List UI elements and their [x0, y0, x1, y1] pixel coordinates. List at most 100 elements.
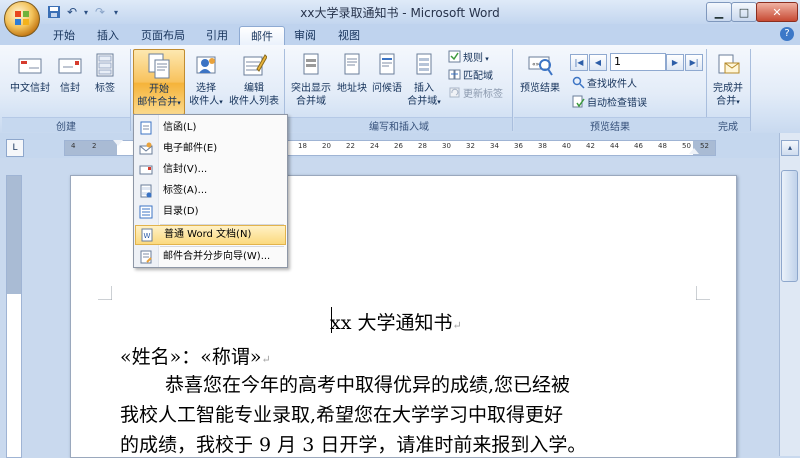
auto-check-errors-button[interactable]: 自动检查错误 — [572, 95, 647, 111]
tab-review[interactable]: 审阅 — [283, 26, 327, 46]
minimize-button[interactable]: ▁ — [706, 2, 732, 22]
ruler-number: 18 — [298, 142, 307, 150]
letter-icon — [140, 121, 152, 135]
menu-item-merge-wizard[interactable]: 邮件合并分步向导(W)... — [135, 247, 286, 267]
dropdown-arrow-icon: ▾ — [219, 98, 223, 106]
find-recipient-button[interactable]: 查找收件人 — [572, 76, 637, 92]
envelope-icon — [139, 165, 153, 175]
find-recipient-icon — [572, 76, 585, 89]
update-labels-button[interactable]: 更新标签 — [448, 86, 503, 102]
left-tab-icon: L — [12, 143, 18, 153]
address-block-icon — [344, 53, 360, 75]
insert-merge-field-button[interactable]: 插入 合并域▾ — [405, 49, 443, 115]
right-indent-marker[interactable] — [689, 148, 699, 154]
chinese-envelope-button[interactable]: 中文信封 — [8, 49, 52, 115]
maximize-button[interactable]: □ — [731, 2, 757, 22]
previous-record-button[interactable]: ◀ — [589, 54, 607, 71]
document-heading[interactable]: xx 大学通知书↵ — [330, 308, 462, 335]
menu-item-label: 邮件合并分步向导(W)... — [163, 251, 271, 262]
ruler-toggle-icon[interactable]: ▴ — [781, 140, 799, 156]
finish-group-label: 完成 — [706, 117, 750, 133]
email-icon — [139, 142, 153, 155]
ruler-number: 44 — [610, 142, 619, 150]
menu-item-envelopes[interactable]: 信封(V)... — [135, 160, 286, 180]
rules-button[interactable]: 规则 ▾ — [448, 50, 489, 66]
body-text-line[interactable]: 我校人工智能专业录取,希望您在大学学习中取得更好 — [120, 400, 563, 427]
body-text-line[interactable]: 恭喜您在今年的高考中取得优异的成绩,您已经被 — [120, 370, 570, 397]
heading-text: xx 大学通知书 — [330, 312, 453, 334]
tab-insert[interactable]: 插入 — [86, 26, 130, 46]
update-labels-icon — [449, 87, 460, 98]
highlight-line2: 合并域 — [296, 96, 326, 107]
office-button[interactable] — [4, 1, 40, 37]
start-mail-merge-menu: 信函(L) 电子邮件(E) 信封(V)... 标签(A)... 目录(D) W … — [133, 114, 288, 268]
address-block-button[interactable]: 地址块 — [335, 49, 369, 115]
last-record-button[interactable]: ▶| — [685, 54, 703, 71]
scrollbar-thumb[interactable] — [781, 170, 798, 282]
menu-item-label: 普通 Word 文档(N) — [164, 229, 252, 240]
ruler-number: 38 — [538, 142, 547, 150]
address-block-label: 地址块 — [337, 83, 367, 94]
maximize-icon: □ — [738, 5, 750, 19]
menu-item-directory[interactable]: 目录(D) — [135, 202, 286, 222]
menu-item-labels[interactable]: 标签(A)... — [135, 181, 286, 201]
menu-item-label: 信函(L) — [163, 122, 197, 133]
finish-merge-button[interactable]: 完成并 合并▾ — [708, 49, 748, 115]
body-text-line[interactable]: 的成绩，我校于 9 月 3 日开学，请准时前来报到入学。 — [120, 430, 586, 457]
close-button[interactable]: ✕ — [756, 2, 798, 22]
highlight-merge-fields-button[interactable]: 突出显示 合并域 — [288, 49, 334, 115]
greeting-line-button[interactable]: 问候语 — [370, 49, 404, 115]
ruler-number: 20 — [322, 142, 331, 150]
write-insert-group-label: 编写和插入域 — [286, 117, 512, 133]
record-number-input[interactable] — [610, 53, 666, 71]
menu-item-normal-word-document[interactable]: W 普通 Word 文档(N) — [135, 225, 286, 245]
ruler-number: 26 — [394, 142, 403, 150]
preview-results-button[interactable]: «» 预览结果 — [516, 49, 564, 115]
match-fields-button[interactable]: 匹配域 — [448, 68, 493, 84]
envelope-button[interactable]: 信封 — [54, 49, 86, 115]
start-merge-icon — [148, 53, 170, 79]
labels-button[interactable]: 标签 — [88, 49, 122, 115]
insert-merge-field-icon — [416, 53, 432, 75]
first-record-button[interactable]: |◀ — [570, 54, 588, 71]
menu-item-letters[interactable]: 信函(L) — [135, 118, 286, 138]
greeting-line-label: 问候语 — [372, 83, 402, 94]
ruler-number: 34 — [490, 142, 499, 150]
envelope-icon — [58, 58, 82, 74]
tab-stop-selector[interactable]: L — [6, 139, 24, 157]
group-separator — [512, 49, 513, 131]
directory-icon — [139, 205, 153, 219]
menu-item-label: 电子邮件(E) — [163, 143, 218, 154]
previous-record-icon: ◀ — [594, 58, 602, 67]
edit-list-line1: 编辑 — [244, 83, 264, 94]
last-record-icon: ▶| — [689, 58, 699, 67]
menu-item-label: 目录(D) — [163, 206, 199, 217]
svg-text:W: W — [144, 232, 151, 240]
tab-view[interactable]: 视图 — [327, 26, 371, 46]
first-record-icon: |◀ — [574, 58, 584, 67]
help-icon[interactable]: ? — [780, 27, 794, 41]
preview-group-label: 预览结果 — [514, 117, 706, 133]
edit-recipient-list-button[interactable]: 编辑 收件人列表 — [228, 49, 280, 115]
tab-references[interactable]: 引用 — [195, 26, 239, 46]
tab-mailings[interactable]: 邮件 — [239, 26, 285, 47]
ruler-number: 32 — [466, 142, 475, 150]
highlight-fields-icon — [303, 53, 319, 75]
start-mail-merge-button[interactable]: 开始 邮件合并▾ — [133, 49, 185, 115]
menu-item-email[interactable]: 电子邮件(E) — [135, 139, 286, 159]
labels-icon — [96, 53, 114, 77]
next-record-button[interactable]: ▶ — [666, 54, 684, 71]
vertical-ruler-margin — [7, 176, 21, 294]
ruler-number: 42 — [586, 142, 595, 150]
first-line-indent-marker[interactable] — [113, 140, 123, 146]
match-fields-label: 匹配域 — [463, 71, 493, 82]
finish-merge-icon — [718, 54, 740, 74]
tab-page-layout[interactable]: 页面布局 — [130, 26, 196, 46]
vertical-ruler[interactable] — [6, 175, 22, 458]
tab-home[interactable]: 开始 — [42, 26, 86, 46]
select-recipients-button[interactable]: 选择 收件人▾ — [186, 49, 226, 115]
merge-field-line[interactable]: «姓名»：«称谓»↵ — [120, 342, 271, 369]
dropdown-arrow-icon: ▾ — [736, 98, 740, 106]
select-recipients-line2: 收件人 — [189, 96, 220, 107]
ruler-number: 24 — [370, 142, 379, 150]
